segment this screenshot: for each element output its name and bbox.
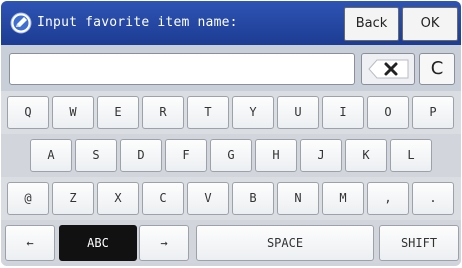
key-o[interactable]: O [367,96,409,129]
key-r[interactable]: R [142,96,184,129]
key-c[interactable]: C [142,182,184,215]
key-e[interactable]: E [97,96,139,129]
abc-mode-button[interactable]: ABC [59,225,137,261]
item-name-input[interactable] [9,53,355,85]
key-k[interactable]: K [345,139,387,172]
keyboard-row-3: @ Z X C V B N M , . [1,177,461,220]
key-n[interactable]: N [277,182,319,215]
cursor-right-button[interactable]: → [139,225,189,261]
back-button[interactable]: Back [344,7,399,41]
key-i[interactable]: I [322,96,364,129]
key-j[interactable]: J [300,139,342,172]
backspace-button[interactable] [361,53,415,85]
title-bar: Input favorite item name: Back OK [1,1,461,45]
keyboard-row-2: A S D F G H J K L [1,134,461,177]
key-a[interactable]: A [30,139,72,172]
key-p[interactable]: P [412,96,454,129]
key-s[interactable]: S [75,139,117,172]
key-y[interactable]: Y [232,96,274,129]
keyboard-row-4: ← ABC → SPACE SHIFT [1,220,461,263]
key-m[interactable]: M [322,182,364,215]
keyboard-dialog: Input favorite item name: Back OK C Q W … [1,1,461,266]
shift-key[interactable]: SHIFT [379,225,459,261]
backspace-x-icon [368,59,409,79]
key-h[interactable]: H [255,139,297,172]
key-d[interactable]: D [120,139,162,172]
key-comma[interactable]: , [367,182,409,215]
cursor-left-button[interactable]: ← [5,225,55,261]
key-period[interactable]: . [412,182,454,215]
pencil-disc-icon [10,12,32,34]
ok-button[interactable]: OK [402,7,458,41]
key-g[interactable]: G [210,139,252,172]
key-at[interactable]: @ [7,182,49,215]
key-b[interactable]: B [232,182,274,215]
key-w[interactable]: W [52,96,94,129]
key-u[interactable]: U [277,96,319,129]
key-v[interactable]: V [187,182,229,215]
key-l[interactable]: L [390,139,432,172]
space-key[interactable]: SPACE [196,225,374,261]
dialog-title: Input favorite item name: [37,15,238,30]
key-f[interactable]: F [165,139,207,172]
key-x[interactable]: X [97,182,139,215]
key-t[interactable]: T [187,96,229,129]
clear-button[interactable]: C [419,53,455,85]
key-q[interactable]: Q [7,96,49,129]
key-z[interactable]: Z [52,182,94,215]
input-row: C [1,45,461,91]
keyboard-row-1: Q W E R T Y U I O P [1,91,461,134]
